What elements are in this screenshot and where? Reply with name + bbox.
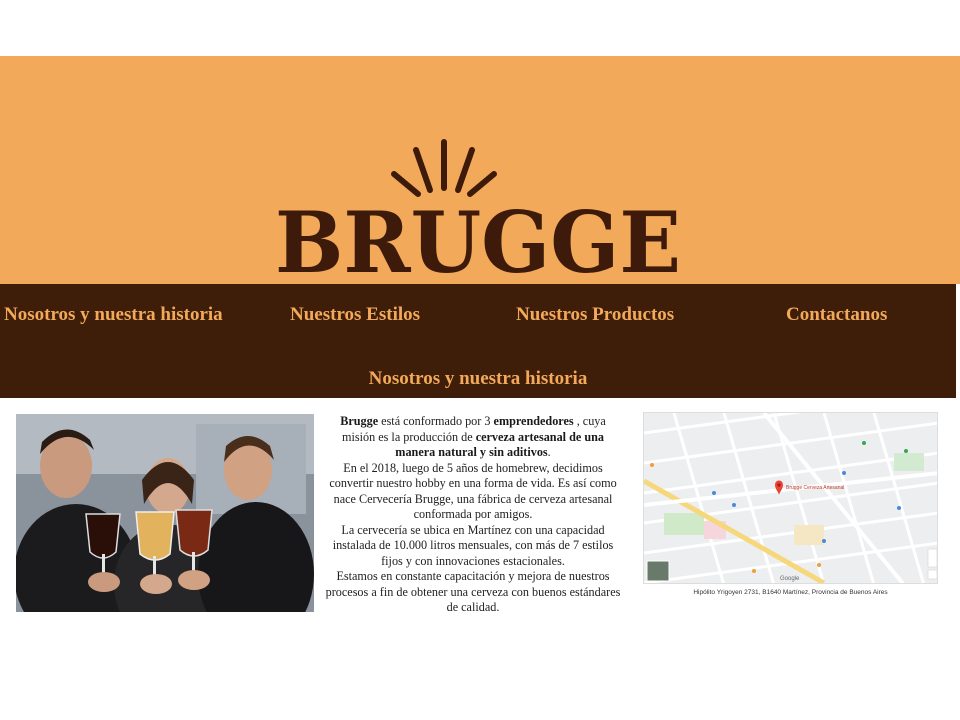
about-text-run: está conformado por 3 <box>378 414 494 428</box>
brugge-logo[interactable]: BRUGGE <box>272 136 684 276</box>
team-photo <box>16 414 314 612</box>
main-navbar: Nosotros y nuestra historia Nuestros Est… <box>0 284 956 398</box>
nav-item-productos[interactable]: Nuestros Productos <box>516 304 674 326</box>
about-paragraph-1: Brugge está conformado por 3 emprendedor… <box>325 414 621 461</box>
nav-item-contactanos[interactable]: Contactanos <box>786 304 887 326</box>
map-address-caption: Hipólito Yrigoyen 2731, B1640 Martínez, … <box>693 589 888 596</box>
brand-name: Brugge <box>340 414 379 428</box>
logo-text: BRUGGE <box>275 193 681 276</box>
about-text: Brugge está conformado por 3 emprendedor… <box>325 414 621 616</box>
map-pin-label: Brugge Cerveza Artesanal <box>786 485 844 491</box>
about-paragraph-4: Estamos en constante capacitación y mejo… <box>325 569 621 614</box>
about-paragraph-2: En el 2018, luego de 5 años de homebrew,… <box>329 460 617 522</box>
sun-rays-icon <box>391 139 497 197</box>
about-emphasis: emprendedores <box>493 414 574 428</box>
about-paragraph-3: La cervecería se ubica en Martínez con u… <box>332 522 614 568</box>
about-text-run: . <box>547 445 551 459</box>
nav-item-estilos[interactable]: Nuestros Estilos <box>290 304 420 326</box>
section-title: Nosotros y nuestra historia <box>368 368 588 389</box>
zoom-controls-icon <box>927 548 937 580</box>
header-banner: BRUGGE <box>0 56 960 284</box>
location-map[interactable]: Brugge Cerveza Artesanal Google <box>643 412 938 584</box>
nav-item-nosotros[interactable]: Nosotros y nuestra historia <box>4 304 223 326</box>
google-label: Google <box>780 576 800 582</box>
